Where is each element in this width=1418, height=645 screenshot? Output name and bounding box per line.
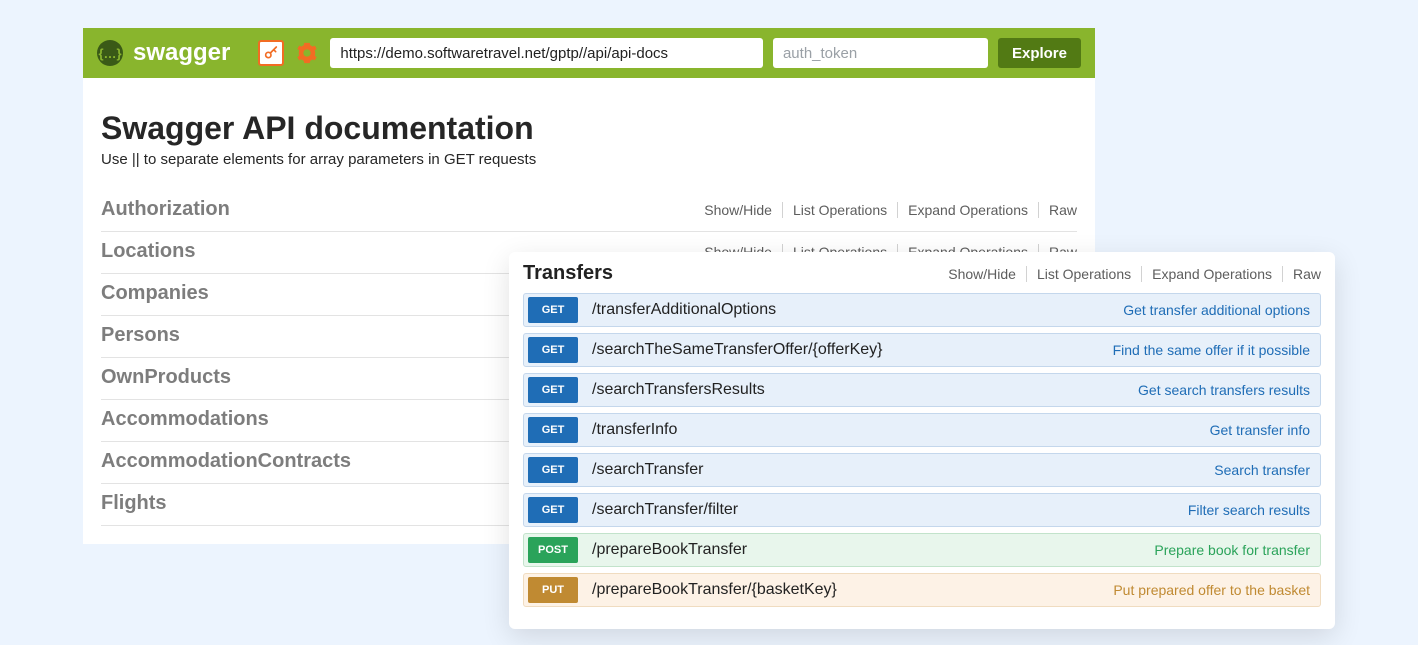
operation-row[interactable]: GET/searchTransfer/filter Filter search r… [523, 493, 1321, 527]
explore-button[interactable]: Explore [998, 38, 1081, 68]
resource-name[interactable]: Accommodations [101, 408, 269, 431]
transfers-actions: Show/Hide List Operations Expand Operati… [938, 266, 1321, 282]
header-bar: {…} swagger Explore [83, 28, 1095, 78]
operation-path[interactable]: /searchTransfer [592, 461, 1200, 479]
transfers-list-ops[interactable]: List Operations [1027, 266, 1142, 282]
operation-path[interactable]: /transferInfo [592, 421, 1196, 439]
resource-row: Authorization Show/HideList OperationsExp… [101, 190, 1077, 232]
transfers-header: Transfers Show/Hide List Operations Expa… [523, 262, 1321, 285]
swagger-logo-icon: {…} [97, 40, 123, 66]
resource-action-expand-ops[interactable]: Expand Operations [898, 202, 1039, 218]
transfers-raw[interactable]: Raw [1283, 266, 1321, 282]
resource-name[interactable]: Authorization [101, 198, 230, 221]
transfers-show-hide[interactable]: Show/Hide [938, 266, 1027, 282]
operation-description: Filter search results [1188, 502, 1310, 518]
resource-action-show-hide[interactable]: Show/Hide [694, 202, 783, 218]
resource-name[interactable]: Locations [101, 240, 195, 263]
operation-path[interactable]: /searchTransfer/filter [592, 501, 1174, 519]
operation-description: Get search transfers results [1138, 382, 1310, 398]
settings-icon[interactable] [294, 40, 320, 66]
resource-name[interactable]: Companies [101, 282, 209, 305]
transfers-expand-ops[interactable]: Expand Operations [1142, 266, 1283, 282]
transfers-ops-list: GET/transferAdditionalOptions Get transfe… [523, 293, 1321, 607]
operation-description: Find the same offer if it possible [1113, 342, 1310, 358]
api-url-input[interactable] [330, 38, 763, 68]
operation-path[interactable]: /searchTransfersResults [592, 381, 1124, 399]
operation-row[interactable]: GET/searchTransfersResults Get search tra… [523, 373, 1321, 407]
transfers-panel: Transfers Show/Hide List Operations Expa… [509, 252, 1335, 629]
operation-description: Search transfer [1214, 462, 1310, 478]
resource-name[interactable]: OwnProducts [101, 366, 231, 389]
page-title: Swagger API documentation [101, 110, 1077, 147]
resource-name[interactable]: AccommodationContracts [101, 450, 351, 473]
method-badge[interactable]: GET [528, 497, 578, 523]
operation-description: Get transfer info [1210, 422, 1310, 438]
operation-description: Get transfer additional options [1123, 302, 1310, 318]
operation-row[interactable]: GET/transferInfo Get transfer info [523, 413, 1321, 447]
operation-row[interactable]: GET/searchTransfer Search transfer [523, 453, 1321, 487]
operation-row[interactable]: POST/prepareBookTransfer Prepare book for… [523, 533, 1321, 567]
method-badge[interactable]: GET [528, 417, 578, 443]
operation-row[interactable]: PUT/prepareBookTransfer/{basketKey} Put p… [523, 573, 1321, 607]
operation-path[interactable]: /transferAdditionalOptions [592, 301, 1109, 319]
resource-name[interactable]: Flights [101, 492, 167, 515]
transfers-title[interactable]: Transfers [523, 262, 613, 285]
operation-row[interactable]: GET/transferAdditionalOptions Get transfe… [523, 293, 1321, 327]
auth-token-input[interactable] [773, 38, 988, 68]
operation-description: Put prepared offer to the basket [1113, 582, 1310, 598]
operation-path[interactable]: /searchTheSameTransferOffer/{offerKey} [592, 341, 1099, 359]
operation-path[interactable]: /prepareBookTransfer [592, 541, 1140, 559]
key-icon[interactable] [258, 40, 284, 66]
operation-path[interactable]: /prepareBookTransfer/{basketKey} [592, 581, 1099, 599]
method-badge[interactable]: GET [528, 377, 578, 403]
method-badge[interactable]: GET [528, 297, 578, 323]
method-badge[interactable]: POST [528, 537, 578, 563]
resource-action-list-ops[interactable]: List Operations [783, 202, 898, 218]
resource-name[interactable]: Persons [101, 324, 180, 347]
operation-description: Prepare book for transfer [1154, 542, 1310, 558]
method-badge[interactable]: GET [528, 457, 578, 483]
brand-name: swagger [133, 39, 230, 67]
method-badge[interactable]: GET [528, 337, 578, 363]
resource-action-raw[interactable]: Raw [1039, 202, 1077, 218]
method-badge[interactable]: PUT [528, 577, 578, 603]
operation-row[interactable]: GET/searchTheSameTransferOffer/{offerKey… [523, 333, 1321, 367]
page-subtitle: Use || to separate elements for array pa… [101, 151, 1077, 168]
resource-actions: Show/HideList OperationsExpand Operation… [694, 202, 1077, 218]
